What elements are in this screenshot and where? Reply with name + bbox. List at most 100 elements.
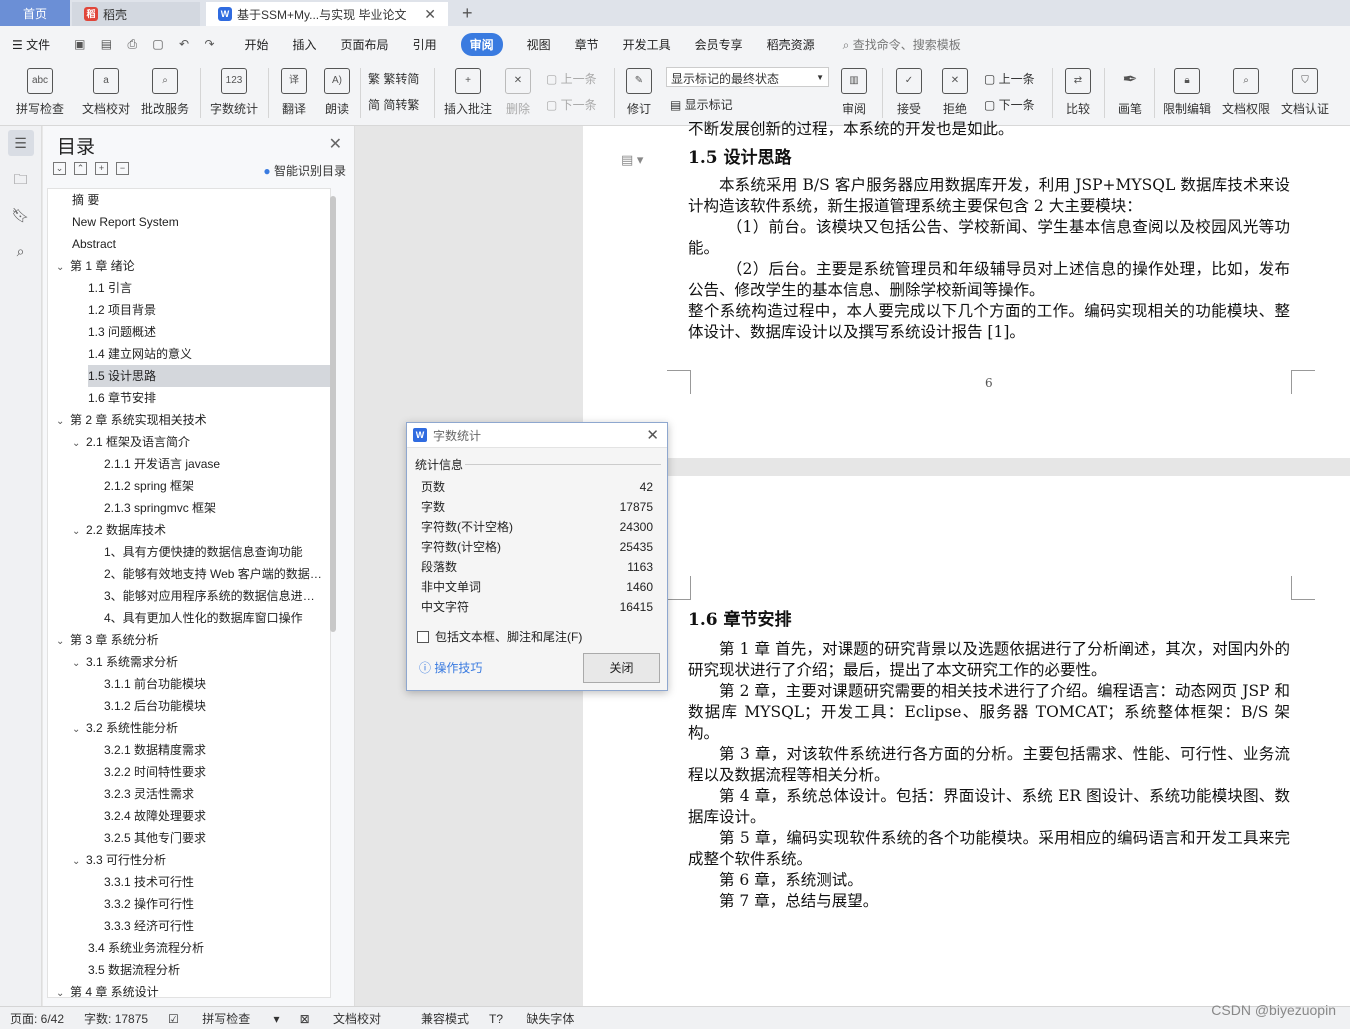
chevron-down-icon[interactable]: ⌄ <box>72 653 86 673</box>
toc-item[interactable]: ⌄ 2.1 框架及语言简介 <box>72 431 308 453</box>
toc-item[interactable]: 3.2.1 数据精度需求 <box>104 739 324 761</box>
toc-item[interactable]: 3.1.1 前台功能模块 <box>104 673 324 695</box>
smart-toc-button[interactable]: ● 智能识别目录 <box>263 162 346 179</box>
menu-item-chapter[interactable]: 章节 <box>575 36 599 53</box>
close-icon[interactable]: ✕ <box>329 134 342 154</box>
menu-item-view[interactable]: 视图 <box>527 36 551 53</box>
menu-item-devtools[interactable]: 开发工具 <box>623 36 671 53</box>
toc-item[interactable]: 3.5 数据流程分析 <box>88 959 324 981</box>
checkbox-box[interactable] <box>417 630 429 643</box>
prev-comment-button[interactable]: ▢ 上一条 <box>546 70 597 87</box>
toc-item[interactable]: 3.3.2 操作可行性 <box>104 893 324 915</box>
chevron-down-icon[interactable]: ⌄ <box>56 257 70 277</box>
toc-panel-icon[interactable]: ☰ <box>7 130 34 156</box>
toc-scrollbar[interactable] <box>330 196 336 632</box>
chevron-down-icon[interactable]: ⌄ <box>72 851 86 871</box>
chevron-down-icon[interactable]: ⌄ <box>56 983 70 997</box>
menu-item-member[interactable]: 会员专享 <box>695 36 743 53</box>
doc-permission-button[interactable]: ⌕ 文档权限 <box>1220 66 1272 117</box>
toc-item[interactable]: ⌄ 第 3 章 系统分析 <box>56 629 308 651</box>
search-icon[interactable]: ⌕ <box>8 238 34 264</box>
toc-item[interactable]: 3、能够对应用程序系统的数据信息进行管理 <box>104 585 324 607</box>
close-button[interactable]: 关闭 <box>583 653 660 683</box>
pen-button[interactable]: ✒ 画笔 <box>1112 66 1148 117</box>
prev-change-button[interactable]: ▢ 上一条 <box>984 70 1035 87</box>
toc-item[interactable]: New Report System <box>72 211 324 233</box>
toc-item[interactable]: 1.1 引言 <box>88 277 324 299</box>
file-menu[interactable]: ☰ 文件 <box>12 36 50 53</box>
toc-item[interactable]: 1.5 设计思路 <box>88 365 330 387</box>
toc-item[interactable]: 1、具有方便快捷的数据信息查询功能 <box>104 541 324 563</box>
new-tab-icon[interactable]: + <box>462 2 473 26</box>
tips-link[interactable]: ⓘ 操作技巧 <box>419 659 482 676</box>
compare-button[interactable]: ⇄ 比较 <box>1060 66 1096 117</box>
menu-item-daoke-res[interactable]: 稻壳资源 <box>767 36 815 53</box>
chevron-down-icon[interactable]: ⌄ <box>56 631 70 651</box>
proofread-button[interactable]: a 文档校对 <box>80 66 132 117</box>
read-aloud-button[interactable]: A) 朗读 <box>320 66 354 117</box>
collapse-all-icon[interactable]: ⌄ <box>53 162 66 175</box>
chevron-down-icon[interactable]: ⌄ <box>72 719 86 739</box>
tab-document[interactable]: W 基于SSM+My...与实现 毕业论文 ✕ <box>206 2 448 26</box>
toc-item[interactable]: 2.1.2 spring 框架 <box>104 475 324 497</box>
simp-to-trad-button[interactable]: 简 简转繁 <box>368 96 419 113</box>
markup-mode-select[interactable]: 显示标记的最终状态 ▼ <box>666 67 829 87</box>
toc-item[interactable]: 1.4 建立网站的意义 <box>88 343 324 365</box>
delete-comment-button[interactable]: ✕ 删除 <box>500 66 536 117</box>
menu-item-layout[interactable]: 页面布局 <box>341 36 389 53</box>
next-comment-button[interactable]: ▢ 下一条 <box>546 96 597 113</box>
toc-item[interactable]: 3.3.3 经济可行性 <box>104 915 324 937</box>
bookmark-icon[interactable]: 🔖︎ <box>8 202 34 228</box>
toc-item[interactable]: 4、具有更加人性化的数据库窗口操作 <box>104 607 324 629</box>
toc-item[interactable]: 3.2.3 灵活性需求 <box>104 783 324 805</box>
insert-comment-button[interactable]: + 插入批注 <box>442 66 494 117</box>
toc-item[interactable]: 2.1.1 开发语言 javase <box>104 453 324 475</box>
spell-check-status[interactable]: ☑ 拼写检查 ▾ <box>168 1010 279 1027</box>
menu-item-review[interactable]: 审阅 <box>460 32 503 56</box>
word-count-indicator[interactable]: 字数: 17875 <box>84 1010 148 1027</box>
toc-item[interactable]: 3.3.1 技术可行性 <box>104 871 324 893</box>
toc-item[interactable]: 3.2.2 时间特性要求 <box>104 761 324 783</box>
menu-item-reference[interactable]: 引用 <box>413 36 437 53</box>
toc-item[interactable]: 1.2 项目背景 <box>88 299 324 321</box>
toc-item[interactable]: 1.3 问题概述 <box>88 321 324 343</box>
translate-button[interactable]: 译翻译 <box>276 66 312 117</box>
toc-item[interactable]: 3.4 系统业务流程分析 <box>88 937 324 959</box>
command-search[interactable]: ⌕ 查找命令、搜索模板 <box>843 36 961 53</box>
toc-item[interactable]: 3.2.4 故障处理要求 <box>104 805 324 827</box>
proofread-status[interactable]: ⊠ 文档校对 <box>300 1010 401 1027</box>
toc-item[interactable]: ⌄ 3.2 系统性能分析 <box>72 717 308 739</box>
missing-font[interactable]: T? 缺失字体 <box>489 1010 594 1027</box>
toc-item[interactable]: ⌄ 第 2 章 系统实现相关技术 <box>56 409 308 431</box>
toc-item[interactable]: ⌄ 3.1 系统需求分析 <box>72 651 308 673</box>
add-heading-icon[interactable]: + <box>95 162 108 175</box>
reject-button[interactable]: ✕ 拒绝 <box>936 66 974 117</box>
include-textbox-checkbox[interactable]: 包括文本框、脚注和尾注(F) <box>417 628 582 645</box>
page-icon[interactable]: ▤ ▾ <box>621 152 643 168</box>
tab-daoke[interactable]: 稻稻壳 <box>72 2 200 26</box>
toc-item[interactable]: ⌄ 3.3 可行性分析 <box>72 849 308 871</box>
toc-item[interactable]: ⌄ 2.2 数据库技术 <box>72 519 308 541</box>
menu-item-start[interactable]: 开始 <box>245 36 269 53</box>
toc-item[interactable]: 摘 要 <box>72 189 324 211</box>
review-pane-button[interactable]: ▥ 审阅 <box>836 66 872 117</box>
toc-item[interactable]: 2.1.3 springmvc 框架 <box>104 497 324 519</box>
close-tab-icon[interactable]: ✕ <box>424 6 436 23</box>
remove-heading-icon[interactable]: − <box>116 162 129 175</box>
word-count-button[interactable]: 123 字数统计 <box>208 66 260 117</box>
page-indicator[interactable]: 页面: 6/42 <box>10 1010 64 1027</box>
batch-service-button[interactable]: ⌕ 批改服务 <box>138 66 192 117</box>
toc-item[interactable]: 2、能够有效地支持 Web 客户端的数据访问 <box>104 563 324 585</box>
revise-button[interactable]: ✎ 修订 <box>620 66 658 117</box>
expand-all-icon[interactable]: ⌃ <box>74 162 87 175</box>
doc-certify-button[interactable]: ⛉ 文档认证 <box>1278 66 1332 117</box>
spell-check-button[interactable]: abc 拼写检查 <box>12 66 68 117</box>
chevron-down-icon[interactable]: ⌄ <box>56 411 70 431</box>
toc-item[interactable]: ⌄ 第 1 章 绪论 <box>56 255 308 277</box>
toc-item[interactable]: 1.6 章节安排 <box>88 387 324 409</box>
chevron-down-icon[interactable]: ⌄ <box>72 433 86 453</box>
quick-access-icons[interactable]: ▣ ▤ ⎙ ▢ ↶ ↷ <box>74 37 220 52</box>
accept-button[interactable]: ✓ 接受 <box>890 66 928 117</box>
toc-item[interactable]: 3.2.5 其他专门要求 <box>104 827 324 849</box>
chapter-nav-icon[interactable]: 🗀︎ <box>8 166 34 192</box>
